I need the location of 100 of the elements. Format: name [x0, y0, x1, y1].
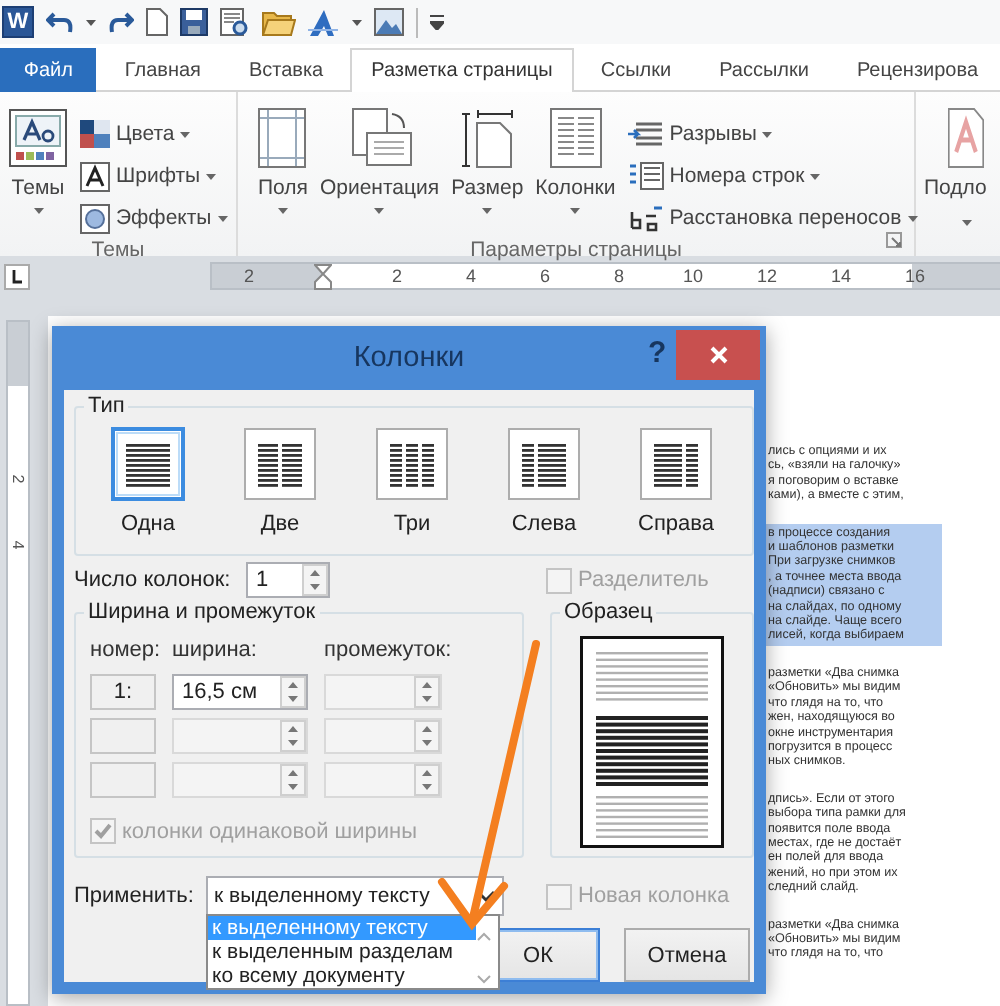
dialog-launcher-icon[interactable]	[886, 232, 902, 248]
caret-icon	[482, 208, 493, 214]
column-preset-button[interactable]: Две	[214, 426, 346, 536]
checkbox-label: колонки одинаковой ширины	[122, 819, 417, 843]
caret-icon	[374, 208, 385, 214]
caret-icon	[33, 208, 43, 214]
hyphenation-icon	[627, 204, 664, 232]
themes-button[interactable]: Темы	[4, 102, 72, 236]
indent-marker-icon[interactable]	[314, 263, 332, 289]
group-label: Образец	[562, 600, 655, 624]
caret-icon	[206, 173, 217, 179]
ribbon-menu-button[interactable]: Разрывы	[627, 116, 918, 152]
ruler-number: 4	[463, 266, 478, 286]
ribbon-button[interactable]: Подло	[920, 102, 991, 256]
ruler-number: 12	[754, 266, 779, 286]
group-label: Темы	[89, 236, 147, 264]
column-preset-button[interactable]: Слева	[478, 426, 610, 536]
column-preset-button[interactable]: Справа	[610, 426, 742, 536]
customize-icon[interactable]	[430, 14, 444, 30]
ruler-number: 8	[611, 266, 626, 286]
orientation-icon	[347, 108, 412, 168]
themes-icon	[8, 108, 68, 168]
width-field[interactable]: 16,5 см	[172, 674, 308, 710]
ribbon-tab[interactable]: Рецензирова	[834, 48, 1000, 92]
undo-icon[interactable]	[46, 10, 74, 34]
ribbon-button[interactable]: Размер	[447, 102, 528, 236]
dialog-button[interactable]: Отмена	[624, 928, 750, 982]
checkbox-label: Разделитель	[578, 568, 709, 592]
tab-selector-icon[interactable]	[4, 263, 30, 289]
picture-icon[interactable]	[374, 8, 404, 36]
ruler-number: 4	[9, 540, 27, 550]
close-button[interactable]	[676, 330, 760, 380]
spin-arrows-icon[interactable]	[302, 564, 328, 596]
caret-icon	[962, 220, 972, 226]
group-label: Тип	[86, 394, 127, 418]
caret-icon	[217, 215, 228, 221]
line-numbers-icon	[627, 162, 664, 190]
caret-icon	[277, 208, 288, 214]
column-number-box	[90, 762, 156, 798]
caret-icon	[907, 215, 918, 221]
save-icon[interactable]	[180, 8, 208, 36]
text-effects-icon[interactable]	[308, 7, 340, 37]
ruler-number: 14	[828, 266, 853, 286]
dropdown-option[interactable]: к выделенным разделам	[208, 940, 476, 964]
ribbon-menu-button[interactable]: Номера строк	[627, 158, 918, 194]
column-preset-button[interactable]: Одна	[82, 426, 214, 536]
columns-icon	[549, 108, 602, 168]
ruler-number: 2	[241, 266, 256, 286]
ribbon-button[interactable]: Ориентация	[315, 102, 444, 236]
file-tab[interactable]: Файл	[0, 48, 97, 92]
ribbon-tab[interactable]: Ссылки	[578, 48, 694, 92]
column-number: 1:	[90, 674, 156, 710]
ribbon-menu-button[interactable]: Шрифты	[80, 158, 228, 194]
font-icon	[80, 161, 110, 191]
ribbon-menu-button[interactable]: Расстановка переносов	[627, 200, 918, 236]
new-document-icon[interactable]	[146, 8, 168, 36]
ruler-number: 10	[680, 266, 705, 286]
folder-icon[interactable]	[262, 8, 296, 36]
field-label: Число колонок:	[74, 568, 233, 592]
checkbox-label: Новая колонка	[578, 884, 730, 908]
breaks-icon	[627, 120, 664, 148]
column-preset-button[interactable]: Три	[346, 426, 478, 536]
caret-icon	[762, 131, 773, 137]
dialog-title: Колонки	[353, 342, 465, 374]
print-preview-icon[interactable]	[220, 7, 250, 37]
size-icon	[461, 108, 514, 168]
ribbon-button[interactable]: Поля	[254, 102, 312, 236]
dropdown-option[interactable]: ко всему документу	[208, 964, 476, 988]
ruler-number: 2	[9, 474, 27, 484]
caret-icon	[810, 173, 821, 179]
ribbon-menu-button[interactable]: Цвета	[80, 116, 228, 152]
ribbon-tab[interactable]: Рассылки	[697, 48, 831, 92]
scroll-arrows-icon[interactable]	[476, 932, 492, 984]
effects-icon	[80, 203, 110, 233]
ribbon-tab[interactable]: Главная	[102, 48, 223, 92]
ribbon-tab[interactable]: Вставка	[226, 48, 346, 92]
ribbon-menu-button[interactable]: Эффекты	[80, 200, 228, 236]
caret-icon	[570, 208, 581, 214]
spin-arrows-icon[interactable]	[280, 676, 306, 708]
colors-icon	[80, 120, 110, 148]
caret-icon[interactable]	[352, 19, 362, 25]
column-count-field[interactable]: 1	[246, 562, 330, 598]
ruler-number: 6	[537, 266, 552, 286]
margins-icon	[258, 108, 307, 168]
group-label: Параметры страницы	[468, 236, 684, 264]
caret-icon[interactable]	[86, 19, 96, 25]
watermark-icon	[948, 108, 984, 168]
column-number-box	[90, 718, 156, 754]
redo-icon[interactable]	[108, 10, 134, 34]
close-icon	[709, 346, 727, 364]
caret-icon	[180, 131, 191, 137]
app-icon[interactable]: W	[2, 6, 34, 38]
ruler-number: 16	[902, 266, 927, 286]
field-label: Применить:	[74, 884, 196, 908]
ruler-number: 2	[389, 266, 404, 286]
ribbon-button[interactable]: Колонки	[531, 102, 620, 236]
column-header: ширина:	[172, 636, 259, 666]
group-label: Ширина и промежуток	[86, 600, 318, 624]
column-header: номер:	[90, 636, 156, 666]
ribbon-tab[interactable]: Разметка страницы	[349, 48, 575, 92]
